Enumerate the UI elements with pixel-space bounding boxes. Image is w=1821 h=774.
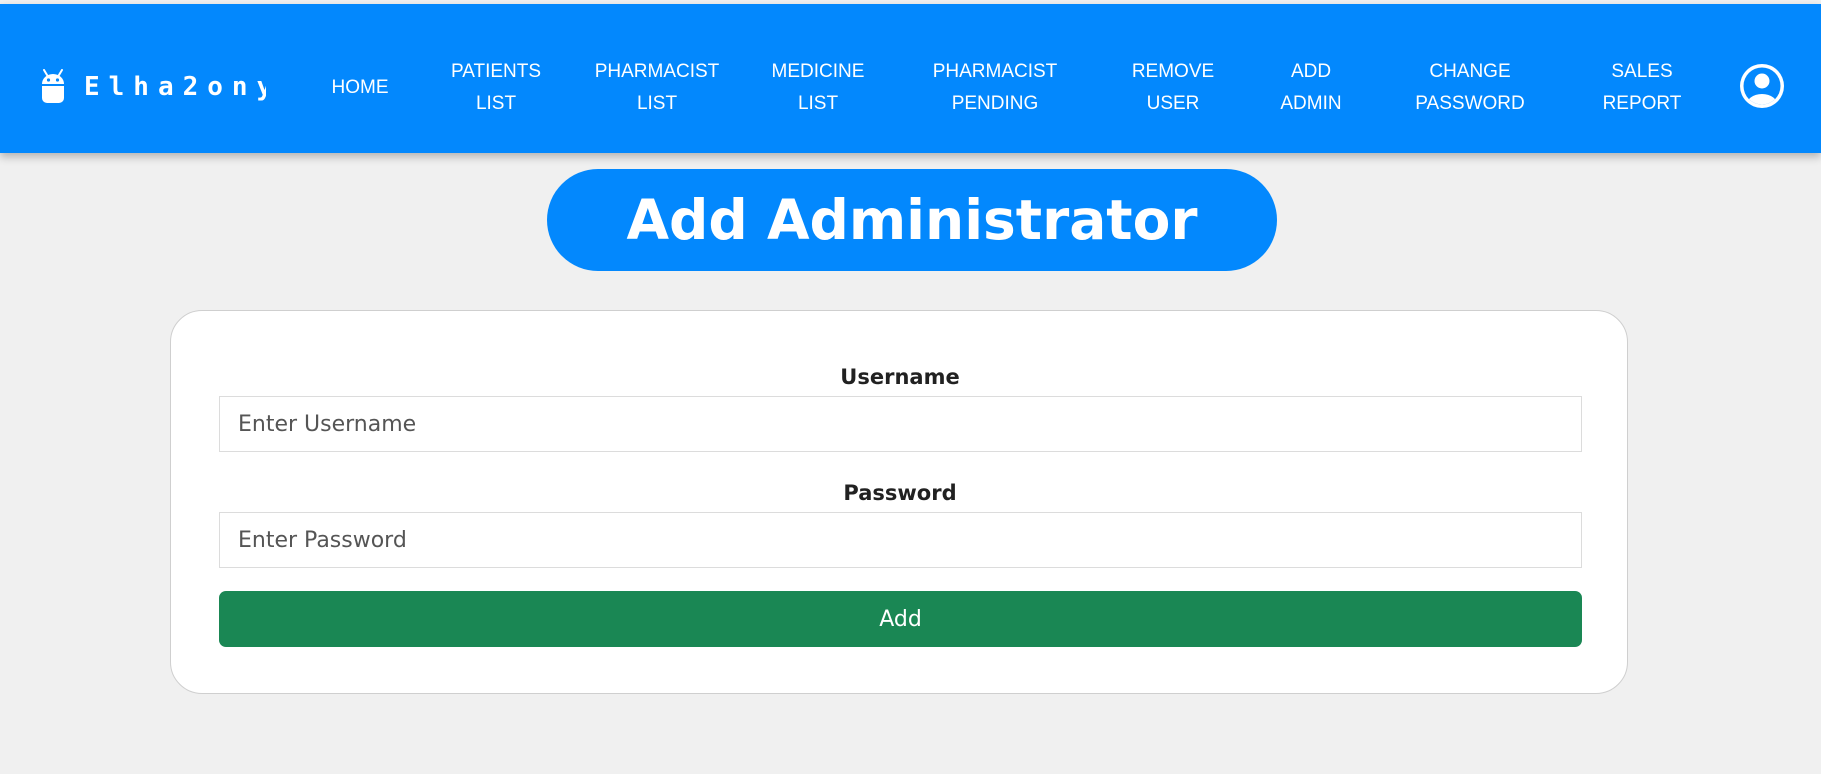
nav-pharmacist-list-line1: PHARMACIST xyxy=(594,61,720,82)
password-input[interactable] xyxy=(219,512,1582,568)
nav-pharmacist-pending-line2: PENDING xyxy=(951,93,1039,114)
nav-sales-report[interactable]: SALES REPORT xyxy=(1597,56,1687,120)
nav-add-admin[interactable]: ADD ADMIN xyxy=(1271,56,1351,120)
nav-medicine-list-line1: MEDICINE xyxy=(771,61,865,82)
page-title: Add Administrator xyxy=(626,188,1198,252)
nav-pharmacist-pending[interactable]: PHARMACIST PENDING xyxy=(930,56,1060,120)
nav-change-password-line2: PASSWORD xyxy=(1415,93,1525,114)
nav-patients-list-line1: PATIENTS xyxy=(450,61,542,82)
nav-change-password[interactable]: CHANGE PASSWORD xyxy=(1410,56,1530,120)
add-button[interactable]: Add xyxy=(219,591,1582,647)
nav-home-label: HOME xyxy=(331,77,389,98)
nav-pharmacist-pending-line1: PHARMACIST xyxy=(932,61,1058,82)
nav-remove-user[interactable]: REMOVE USER xyxy=(1128,56,1218,120)
nav-remove-user-line1: REMOVE xyxy=(1131,61,1215,82)
nav-patients-list[interactable]: PATIENTS LIST xyxy=(446,56,546,120)
nav-change-password-line1: CHANGE xyxy=(1429,61,1511,82)
nav-add-admin-line1: ADD xyxy=(1290,61,1332,82)
add-admin-form-card: Username Password Add xyxy=(170,310,1628,694)
username-input[interactable] xyxy=(219,396,1582,452)
password-label: Password xyxy=(843,481,957,505)
nav-add-admin-line2: ADMIN xyxy=(1280,93,1342,114)
nav-home[interactable]: HOME xyxy=(322,72,398,104)
username-label: Username xyxy=(840,365,960,389)
android-icon xyxy=(40,67,66,107)
nav-pharmacist-list-line2: LIST xyxy=(636,93,678,114)
brand-name: Elha2ony xyxy=(84,72,266,102)
nav-sales-report-line2: REPORT xyxy=(1602,93,1682,114)
page-title-banner: Add Administrator xyxy=(547,169,1277,271)
nav-medicine-list[interactable]: MEDICINE LIST xyxy=(766,56,870,120)
nav-medicine-list-line2: LIST xyxy=(797,93,839,114)
nav-pharmacist-list[interactable]: PHARMACIST LIST xyxy=(592,56,722,120)
nav-sales-report-line1: SALES xyxy=(1611,61,1673,82)
top-navbar: Elha2ony HOME PATIENTS LIST PHARMACIST L… xyxy=(0,4,1821,153)
nav-remove-user-line2: USER xyxy=(1146,93,1200,114)
brand[interactable]: Elha2ony xyxy=(40,67,266,107)
nav-patients-list-line2: LIST xyxy=(475,93,517,114)
user-circle-icon[interactable] xyxy=(1738,62,1786,110)
